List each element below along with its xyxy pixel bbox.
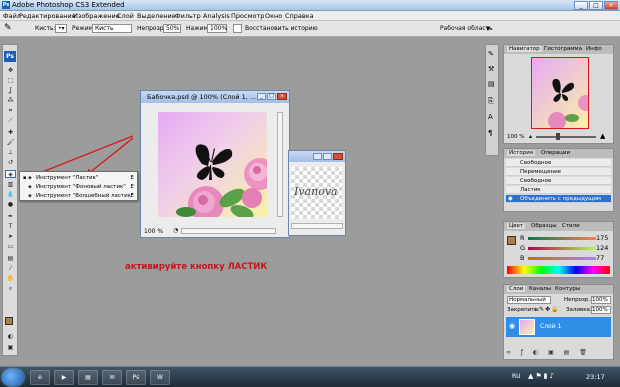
media-player-taskbar-icon[interactable]: ▶ [54, 370, 74, 385]
channel-b-label: B [520, 254, 525, 262]
tab-history[interactable]: История [507, 150, 536, 156]
history-tabs: История Операции [504, 149, 613, 158]
tool-presets-icon[interactable]: ⚒ [488, 65, 497, 74]
word-taskbar-icon[interactable]: W [150, 370, 170, 385]
channel-g-value[interactable]: 124 [596, 244, 608, 252]
history-item[interactable]: Свободное Трансформирование [506, 159, 611, 174]
instruction-caption: активируйте кнопку ЛАСТИК [125, 262, 268, 272]
blend-mode-select[interactable]: Нормальный [507, 296, 551, 304]
color-foreground-swatch[interactable] [507, 236, 516, 245]
history-item-selected[interactable]: Объединить с предыдущим [506, 195, 611, 203]
tab-channels[interactable]: Каналы [529, 286, 551, 292]
tab-swatches[interactable]: Образцы [531, 223, 557, 229]
explorer-taskbar-icon[interactable]: ▤ [78, 370, 98, 385]
tab-actions[interactable]: Операции [541, 150, 570, 156]
clone-source-icon[interactable]: ⎘ [488, 97, 497, 106]
character-panel-icon[interactable]: A [488, 113, 497, 122]
channel-r-label: R [520, 234, 525, 242]
tray-icons[interactable]: ▲⚑▮♪ [528, 372, 556, 380]
layer-name[interactable]: Слой 1 [540, 323, 561, 330]
layers-tabs: Слои Каналы Контуры [504, 285, 613, 294]
mail-taskbar-icon[interactable]: ✉ [102, 370, 122, 385]
history-item[interactable]: Перемещение [506, 168, 611, 176]
history-state-icon: ◆ [508, 195, 513, 202]
ie-taskbar-icon[interactable]: e [30, 370, 50, 385]
fill-label: Заливка: [566, 307, 592, 313]
brushes-panel-icon[interactable]: ✎ [488, 50, 497, 59]
layers-panel: Слои Каналы Контуры Нормальный Непрозр.:… [503, 284, 614, 360]
red-slider[interactable] [528, 237, 596, 240]
green-slider[interactable] [528, 247, 596, 250]
layer-opacity-field[interactable]: 100% [591, 296, 611, 304]
channel-b-value[interactable]: 77 [596, 254, 604, 262]
layer-row[interactable]: ◉ Слой 1 [506, 317, 611, 337]
tab-styles[interactable]: Стили [562, 223, 580, 229]
color-tabs: Цвет Образцы Стили [504, 222, 613, 231]
layer-thumbnail [519, 319, 535, 335]
history-item[interactable]: Ластик [506, 186, 611, 194]
navigator-panel: Навигатор Гистограмма Инфо 100 % ▴ ▲ [503, 44, 614, 144]
zoom-out-icon[interactable]: ▴ [529, 133, 532, 140]
tab-color[interactable]: Цвет [507, 223, 526, 229]
zoom-in-icon[interactable]: ▲ [600, 132, 605, 140]
start-button[interactable] [2, 369, 24, 386]
clock[interactable]: 23:17 [586, 373, 605, 381]
history-item[interactable]: Свободное Трансформирование [506, 177, 611, 192]
navigator-tabs: Навигатор Гистограмма Инфо [504, 45, 613, 54]
flyout-item-magic-eraser[interactable]: ◈ Инструмент "Волшебный ластик" E [22, 192, 137, 200]
layer-opacity-label: Непрозр.: [564, 297, 592, 303]
panel-icon-strip: ✎ ⚒ ▤ ⎘ A ¶ [485, 44, 499, 156]
paragraph-panel-icon[interactable]: ¶ [488, 129, 497, 138]
tab-info[interactable]: Инфо [586, 46, 602, 52]
arrow-to-eraser-option [84, 137, 134, 177]
fill-field[interactable]: 100% [591, 306, 611, 314]
photoshop-taskbar-icon[interactable]: Ps [126, 370, 146, 385]
windows-taskbar: e ▶ ▤ ✉ Ps W RU ▲⚑▮♪ 23:17 [0, 366, 620, 387]
tab-histogram[interactable]: Гистограмма [544, 46, 582, 52]
flyout-item-eraser[interactable]: ▪ ◈ Инструмент "Ластик" E [22, 174, 137, 182]
channel-r-value[interactable]: 175 [596, 234, 608, 242]
history-panel: История Операции Свободное Трансформиров… [503, 148, 614, 212]
layers-footer-icons[interactable]: ∞ ƒ ◐ ▣ ▤ 🗑 [506, 349, 611, 358]
tab-layers[interactable]: Слои [507, 286, 526, 292]
navigator-thumbnail-image [548, 78, 588, 128]
visibility-eye-icon[interactable]: ◉ [509, 322, 515, 330]
layer-comps-icon[interactable]: ▤ [488, 80, 497, 89]
navigator-zoom[interactable]: 100 % [507, 134, 524, 140]
color-panel: Цвет Образцы Стили R 175 G 124 B 77 [503, 221, 614, 278]
lock-icons[interactable]: ▫✎✥🔒 [534, 306, 560, 313]
tab-paths[interactable]: Контуры [555, 286, 580, 292]
navigator-zoom-slider[interactable] [536, 136, 596, 138]
eraser-flyout-menu: ▪ ◈ Инструмент "Ластик" E ◈ Инструмент "… [19, 171, 138, 201]
tab-navigator[interactable]: Навигатор [507, 46, 542, 52]
color-ramp[interactable] [507, 266, 610, 274]
flyout-item-background-eraser[interactable]: ◈ Инструмент "Фоновый ластик" E [22, 183, 137, 191]
zoom-slider-thumb[interactable] [556, 133, 560, 140]
blue-slider[interactable] [528, 257, 596, 260]
channel-g-label: G [520, 244, 526, 252]
language-indicator[interactable]: RU [512, 373, 521, 380]
navigator-thumbnail[interactable] [531, 57, 589, 129]
